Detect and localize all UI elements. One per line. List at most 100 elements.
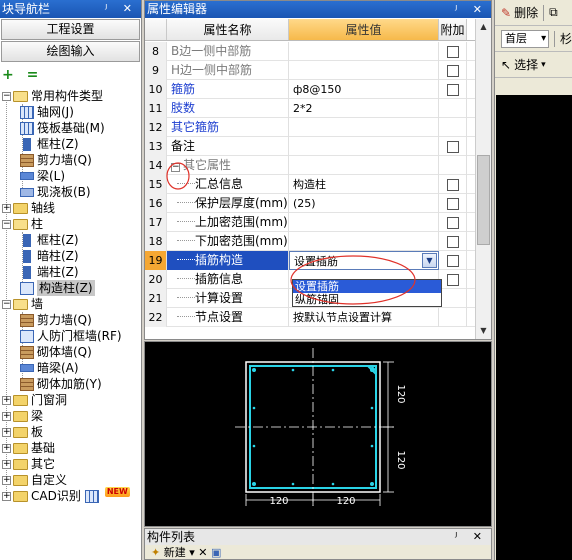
add-checkbox[interactable] (446, 83, 459, 96)
property-row[interactable]: 9 H边一侧中部筋 (145, 61, 475, 80)
tree-column[interactable]: − 柱 (2, 216, 43, 232)
dropdown-option-anchor[interactable]: 纵筋锚固 (293, 293, 441, 306)
tree-cast-slab[interactable]: 现浇板(B) (20, 184, 91, 200)
collapse-icon[interactable]: − (2, 91, 11, 101)
tree-wall-civil[interactable]: 人防门框墙(RF) (20, 328, 122, 344)
scroll-up-icon[interactable]: ▲ (476, 19, 491, 35)
tree-shear-wall[interactable]: 剪力墙(Q) (20, 152, 92, 168)
more-icon[interactable]: 杉 (560, 30, 572, 47)
tree-custom[interactable]: + 自定义 (2, 472, 67, 488)
tree-door[interactable]: + 门窗洞 (2, 392, 67, 408)
tree-wall-rebar[interactable]: 砌体加筋(Y) (20, 376, 102, 392)
drawing-canvas[interactable] (496, 95, 572, 560)
drawing-input-button[interactable]: 绘图输入 (1, 41, 140, 62)
tree-axis-net[interactable]: 轴网(J) (20, 104, 74, 120)
collapse-icon[interactable]: − (2, 219, 11, 229)
cursor-icon[interactable]: ↖ (501, 58, 511, 72)
insert-rebar-dropdown-list[interactable]: 设置插筋 纵筋锚固 (292, 279, 442, 307)
property-value[interactable] (289, 156, 439, 175)
property-row[interactable]: 16 保护层厚度(mm) (25) (145, 194, 475, 213)
property-row[interactable]: 15 汇总信息 构造柱 (145, 175, 475, 194)
copy-icon[interactable]: ▣ (211, 546, 221, 559)
pin-close-icon[interactable]: ᴶ ✕ (455, 529, 488, 545)
copy-icon[interactable]: ⧉ (549, 5, 558, 20)
select-button[interactable]: 选择 (514, 56, 538, 73)
expand-icon[interactable]: + (2, 443, 11, 453)
add-checkbox[interactable] (446, 273, 459, 286)
scroll-down-icon[interactable]: ▼ (476, 323, 491, 339)
add-checkbox[interactable] (446, 235, 459, 248)
tree-cad[interactable]: + CAD识别 NEW (2, 487, 130, 504)
tree-frame-column[interactable]: 框柱(Z) (20, 136, 79, 152)
property-value[interactable]: 2*2 (289, 99, 439, 118)
new-button[interactable]: 新建 (164, 546, 186, 559)
property-row[interactable]: 14− 其它属性 (145, 156, 475, 175)
tree-wall-beam[interactable]: 暗梁(A) (20, 360, 79, 376)
new-icon[interactable]: ✦ (151, 546, 160, 559)
add-checkbox[interactable] (446, 64, 459, 77)
add-checkbox[interactable] (446, 216, 459, 229)
scroll-thumb[interactable] (477, 155, 490, 245)
expand-icon[interactable]: + (2, 459, 11, 469)
property-scrollbar[interactable]: ▲ ▼ (475, 19, 491, 339)
property-row[interactable]: 17 上加密范围(mm) (145, 213, 475, 232)
tree-beam-group[interactable]: + 梁 (2, 408, 43, 424)
add-checkbox[interactable] (446, 178, 459, 191)
property-value[interactable]: (25) (289, 194, 439, 213)
delete-button[interactable]: 删除 (514, 4, 538, 21)
add-checkbox[interactable] (446, 140, 459, 153)
property-value[interactable]: 按默认节点设置计算 (289, 308, 439, 327)
expand-icon[interactable]: + (2, 395, 11, 405)
tree-common-types[interactable]: − 常用构件类型 (2, 88, 103, 104)
pencil-icon[interactable]: ✎ (501, 6, 511, 20)
expand-icon[interactable]: + (2, 203, 11, 213)
property-value[interactable]: 设置插筋 ▼ (289, 251, 439, 270)
expand-icon[interactable]: + (2, 411, 11, 421)
tree-col-end[interactable]: 端柱(Z) (20, 264, 79, 280)
property-value[interactable]: ф8@150 (289, 80, 439, 99)
chevron-down-icon[interactable]: ▾ (541, 60, 546, 70)
collapse-group-icon[interactable]: − (171, 163, 180, 172)
tree-other[interactable]: + 其它 (2, 456, 55, 472)
expand-icon[interactable]: + (2, 491, 11, 501)
property-row[interactable]: 18 下加密范围(mm) (145, 232, 475, 251)
project-settings-button[interactable]: 工程设置 (1, 19, 140, 40)
property-value[interactable] (289, 232, 439, 251)
dropdown-arrow-icon[interactable]: ▼ (422, 253, 437, 268)
expand-icon[interactable]: + (2, 427, 11, 437)
property-value[interactable]: 构造柱 (289, 175, 439, 194)
tree-col-struct[interactable]: 构造柱(Z) (20, 280, 95, 296)
delete-icon[interactable]: ▾ ✕ (189, 546, 207, 559)
tree-wall[interactable]: − 墙 (2, 296, 43, 312)
property-value[interactable] (289, 213, 439, 232)
add-checkbox[interactable] (446, 197, 459, 210)
tree-wall-brick[interactable]: 砌体墙(Q) (20, 344, 92, 360)
tree-raft[interactable]: 筏板基础(M) (20, 120, 105, 136)
add-checkbox[interactable] (446, 254, 459, 267)
tree-foundation[interactable]: + 基础 (2, 440, 55, 456)
dropdown-option-set-insert[interactable]: 设置插筋 (293, 280, 441, 293)
property-value[interactable] (289, 118, 439, 137)
tree-col-hidden[interactable]: 暗柱(Z) (20, 248, 79, 264)
pin-close-icon[interactable]: ᴶ ✕ (455, 1, 488, 18)
tree-beam[interactable]: 梁(L) (20, 168, 65, 184)
add-checkbox[interactable] (446, 45, 459, 58)
property-row[interactable]: 13 备注 (145, 137, 475, 156)
property-value[interactable] (289, 137, 439, 156)
property-row[interactable]: 10 箍筋 ф8@150 (145, 80, 475, 99)
tree-axis[interactable]: + 轴线 (2, 200, 55, 216)
collapse-icon[interactable]: − (2, 299, 11, 309)
floor-select[interactable]: 首层 (501, 29, 550, 48)
expand-icon[interactable]: + (2, 475, 11, 485)
tree-col-frame[interactable]: 框柱(Z) (20, 232, 79, 248)
tree-wall-shear[interactable]: 剪力墙(Q) (20, 312, 92, 328)
property-value[interactable] (289, 42, 439, 61)
expand-collapse-icons[interactable]: + = (0, 62, 141, 84)
property-value[interactable] (289, 61, 439, 80)
property-row[interactable]: 19 插筋构造 设置插筋 ▼ (145, 251, 475, 270)
property-row[interactable]: 12 其它箍筋 (145, 118, 475, 137)
property-row[interactable]: 22 节点设置 按默认节点设置计算 (145, 308, 475, 327)
tree-slab[interactable]: + 板 (2, 424, 43, 440)
pin-close-icon[interactable]: ᴶ ✕ (105, 0, 138, 18)
property-row[interactable]: 11 肢数 2*2 (145, 99, 475, 118)
